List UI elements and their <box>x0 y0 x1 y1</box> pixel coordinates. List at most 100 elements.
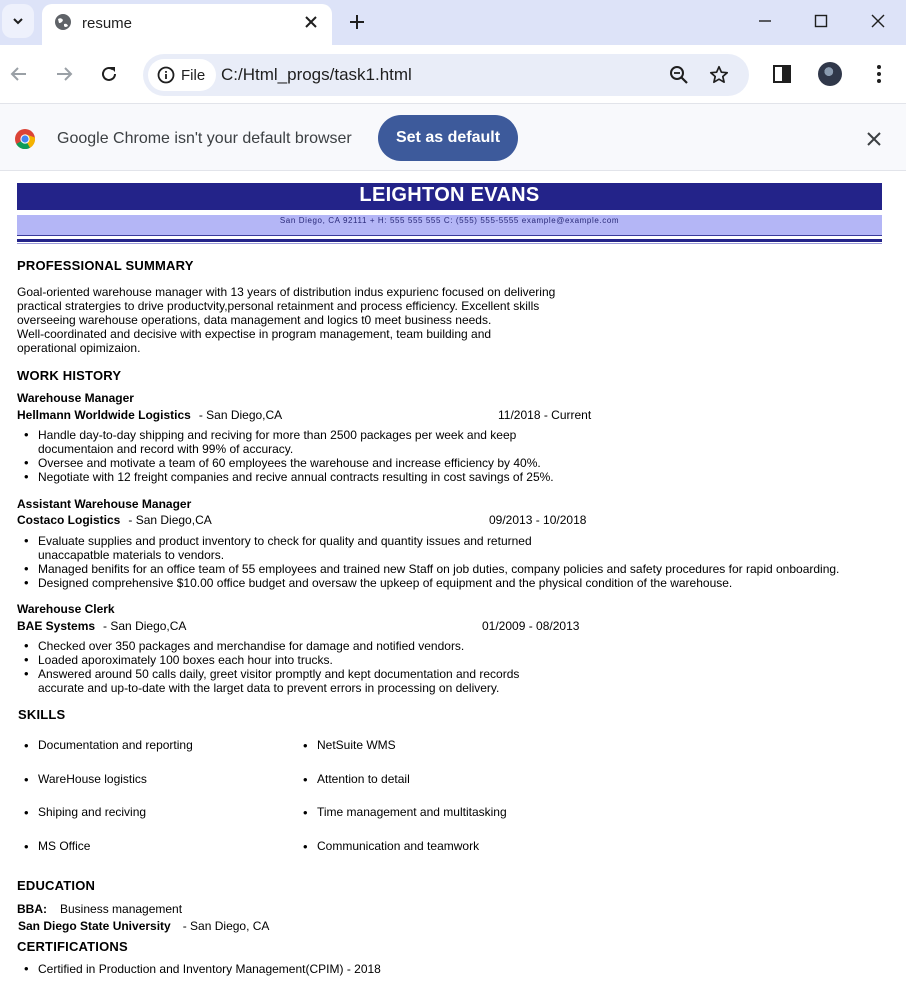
school-name: San Diego State University <box>18 919 171 933</box>
job-dates: 01/2009 - 08/2013 <box>482 619 580 633</box>
bookmark-button[interactable] <box>708 64 730 86</box>
chevron-down-icon <box>13 18 23 25</box>
certifications-list: Certified in Production and Inventory Ma… <box>24 962 381 976</box>
summary-text: Goal-oriented warehouse manager with 13 … <box>17 285 607 355</box>
back-button[interactable] <box>6 61 32 87</box>
more-vert-icon <box>877 65 881 83</box>
summary-line: Goal-oriented warehouse manager with 13 … <box>17 285 556 299</box>
job-location: - San Diego,CA <box>128 513 212 527</box>
close-window-button[interactable] <box>866 10 890 32</box>
set-as-default-button[interactable]: Set as default <box>378 115 518 161</box>
degree-field: Business management <box>60 902 183 916</box>
maximize-button[interactable] <box>809 10 833 32</box>
menu-button[interactable] <box>867 62 891 86</box>
job-dates: 09/2013 - 10/2018 <box>489 513 587 527</box>
list-item: Loaded aporoximately 100 boxes each hour… <box>24 653 519 667</box>
job-title: Warehouse Clerk <box>17 602 115 616</box>
job-company-line: BAE Systems - San Diego,CA <box>17 619 186 633</box>
list-item: Oversee and motivate a team of 60 employ… <box>24 456 554 470</box>
reload-icon <box>102 66 116 81</box>
job-bullets: Evaluate supplies and product inventory … <box>24 534 839 590</box>
tab-title: resume <box>82 15 133 32</box>
list-item: Evaluate supplies and product inventory … <box>24 534 839 548</box>
maximize-icon <box>814 14 828 28</box>
arrow-right-icon <box>57 67 73 81</box>
new-tab-button[interactable] <box>346 11 368 33</box>
job-bullets: Handle day-to-day shipping and reciving … <box>24 428 554 484</box>
skill-item: MS Office <box>24 839 91 854</box>
degree-line: BBA: Business management <box>17 902 182 916</box>
forward-button[interactable] <box>51 61 77 87</box>
tab-close-button[interactable] <box>302 13 320 31</box>
site-info-chip[interactable]: File <box>148 59 216 91</box>
skill-item: Time management and multitasking <box>303 805 507 820</box>
list-item: Managed benifits for an office team of 5… <box>24 562 839 576</box>
certifications-heading: CERTIFICATIONS <box>17 939 128 954</box>
url-text[interactable]: C:/Html_progs/task1.html <box>221 65 412 85</box>
list-item: Checked over 350 packages and merchandis… <box>24 639 519 653</box>
summary-line: Well-coordinated and decisive with expec… <box>17 327 492 341</box>
skill-item: Documentation and reporting <box>24 738 193 753</box>
skill-item: NetSuite WMS <box>303 738 396 753</box>
education-heading: EDUCATION <box>17 878 96 893</box>
job-bullets: Checked over 350 packages and merchandis… <box>24 639 519 695</box>
browser-toolbar: File C:/Html_progs/task1.html <box>0 45 906 103</box>
side-panel-button[interactable] <box>770 62 794 86</box>
summary-line: overseeing warehouse operations, data ma… <box>17 313 492 327</box>
site-chip-label: File <box>181 66 206 84</box>
address-bar[interactable]: File C:/Html_progs/task1.html <box>143 54 749 96</box>
job-dates: 11/2018 - Current <box>498 408 592 422</box>
tab-strip: resume <box>0 0 906 45</box>
minimize-button[interactable] <box>753 10 777 32</box>
arrow-left-icon <box>10 67 26 81</box>
company-name: Costaco Logistics <box>17 513 121 527</box>
work-history-heading: WORK HISTORY <box>17 368 122 383</box>
header-divider-thin <box>17 243 882 244</box>
degree-label: BBA: <box>17 902 47 916</box>
tab-search-button[interactable] <box>2 4 34 38</box>
school-location: - San Diego, CA <box>182 919 270 933</box>
job-title: Warehouse Manager <box>17 391 134 405</box>
reload-button[interactable] <box>96 61 122 87</box>
company-name: BAE Systems <box>17 619 96 633</box>
infobar-close-button[interactable] <box>864 129 884 149</box>
list-item: Negotiate with 12 freight companies and … <box>24 470 554 484</box>
skill-item: Communication and teamwork <box>303 839 479 854</box>
tab-resume[interactable]: resume <box>42 4 332 45</box>
school-line: San Diego State University - San Diego, C… <box>18 919 269 933</box>
resume-name: LEIGHTON EVANS <box>17 183 882 210</box>
close-icon <box>867 132 881 146</box>
list-item-continued: accurate and up-to-date with the larget … <box>38 681 500 695</box>
contact-line: San Diego, CA 92111 + H: 555 555 555 C: … <box>17 215 882 236</box>
info-icon <box>157 66 175 84</box>
summary-line: operational opimizaion. <box>17 341 141 355</box>
job-company-line: Hellmann Worldwide Logistics - San Diego,… <box>17 408 282 422</box>
list-item: Certified in Production and Inventory Ma… <box>24 962 381 976</box>
minimize-icon <box>759 20 771 22</box>
chrome-logo-icon <box>15 129 36 150</box>
job-location: - San Diego,CA <box>103 619 187 633</box>
header-divider <box>17 239 882 242</box>
job-location: - San Diego,CA <box>198 408 283 422</box>
summary-heading: PROFESSIONAL SUMMARY <box>17 258 194 273</box>
close-icon <box>871 14 885 28</box>
company-name: Hellmann Worldwide Logistics <box>17 408 191 422</box>
list-item: Handle day-to-day shipping and reciving … <box>24 428 554 442</box>
skill-item: Attention to detail <box>303 772 410 787</box>
profile-avatar[interactable] <box>818 62 842 86</box>
summary-line: practical stratergies to drive productvi… <box>17 299 540 313</box>
globe-icon <box>55 14 71 30</box>
infobar-message: Google Chrome isn't your default browser <box>57 130 352 147</box>
skill-item: WareHouse logistics <box>24 772 147 787</box>
star-icon <box>709 65 729 84</box>
skills-heading: SKILLS <box>18 707 66 722</box>
job-title: Assistant Warehouse Manager <box>17 497 192 511</box>
side-panel-icon <box>773 65 791 83</box>
list-item-continued: unaccapatble materials to vendors. <box>38 548 225 562</box>
skill-item: Shiping and reciving <box>24 805 146 820</box>
close-icon <box>305 16 317 28</box>
list-item: Answered around 50 calls daily, greet vi… <box>24 667 519 681</box>
list-item-continued: documentaion and record with 99% of accu… <box>38 442 294 456</box>
zoom-button[interactable] <box>668 64 690 86</box>
resume-page: LEIGHTON EVANS San Diego, CA 92111 + H: … <box>0 171 906 1003</box>
